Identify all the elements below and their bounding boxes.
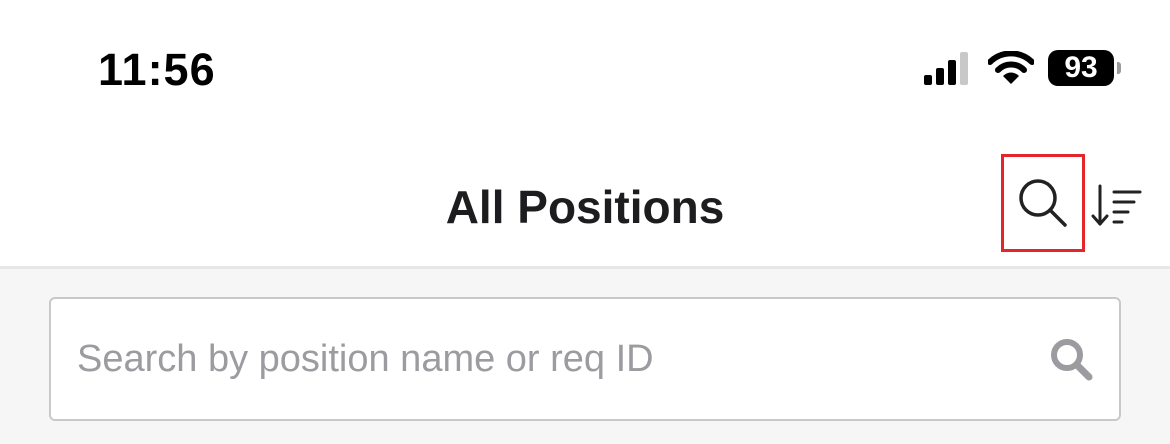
- status-time: 11:56: [98, 44, 216, 95]
- search-icon: [1019, 179, 1067, 227]
- status-icons: 93: [924, 50, 1121, 86]
- page-title: All Positions: [445, 181, 725, 233]
- content-area: [0, 269, 1170, 444]
- battery-tip: [1117, 62, 1121, 74]
- status-bar: 11:56 93: [0, 0, 1170, 150]
- battery-icon: 93: [1048, 50, 1121, 86]
- search-input[interactable]: [77, 299, 1017, 419]
- search-button[interactable]: [1001, 154, 1085, 252]
- cellular-signal-icon: [924, 52, 968, 85]
- sort-button[interactable]: [1090, 184, 1144, 232]
- battery-level: 93: [1064, 51, 1098, 84]
- navigation-bar: All Positions: [0, 150, 1170, 269]
- wifi-icon: [988, 51, 1034, 84]
- search-icon: [1051, 339, 1093, 381]
- search-box[interactable]: [49, 297, 1121, 421]
- sort-icon: [1091, 184, 1142, 226]
